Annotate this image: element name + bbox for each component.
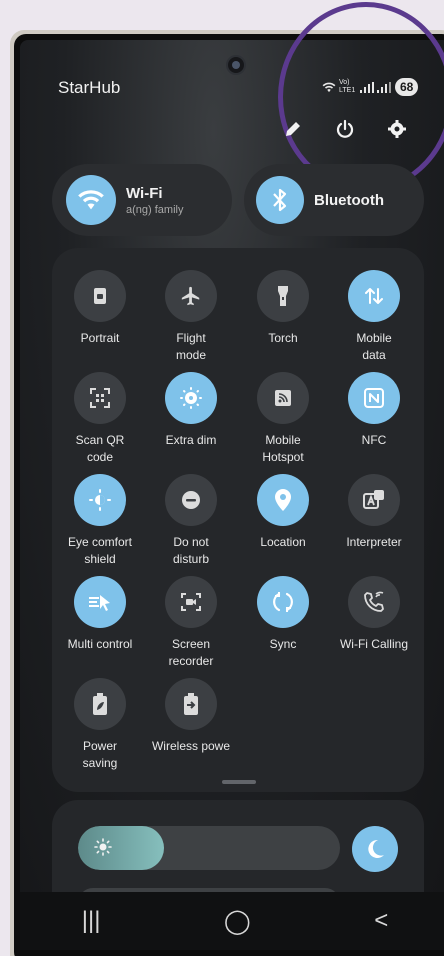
pencil-icon [286,122,300,136]
tile-wifi-calling[interactable]: Wi-Fi Calling [326,576,422,653]
power-icon [336,119,354,138]
settings-button[interactable] [386,118,408,140]
wifi-icon[interactable] [66,175,116,225]
nfc-icon[interactable] [348,372,400,424]
dnd-icon[interactable] [165,474,217,526]
tile-label: Interpreter [346,535,402,549]
moon-icon [368,839,384,858]
tile-label: NFC [361,433,387,447]
tile-flight-mode[interactable]: Flight mode [143,270,239,364]
tile-screen-recorder[interactable]: Screen recorder [143,576,239,670]
portrait-lock-icon[interactable] [74,270,126,322]
brightness-slider[interactable] [78,826,340,870]
back-button[interactable]: < [374,907,388,935]
multi-control-icon[interactable] [74,576,126,628]
home-button[interactable]: ◯ [224,907,251,936]
eye-comfort-icon[interactable] [74,474,126,526]
tile-label: Multi control [67,637,133,651]
bluetooth-icon[interactable] [256,176,304,224]
location-pin-icon[interactable] [257,474,309,526]
tile-multi-control[interactable]: Multi control [52,576,148,653]
screen-recorder-icon[interactable] [165,576,217,628]
tile-label: Sync [269,637,297,651]
wireless-power-icon[interactable] [165,678,217,730]
wifi-network-name: a(ng) family [126,203,184,216]
tile-label: Scan QR code [75,433,125,464]
tile-label: Mobile Hotspot [262,433,304,464]
recents-button[interactable]: ||| [82,907,101,935]
tile-eye-comfort[interactable]: Eye comfort shield [52,474,148,568]
tile-do-not-disturb[interactable]: Do not disturb [143,474,239,568]
tile-power-saving[interactable]: Power saving [52,678,148,772]
battery-leaf-icon[interactable] [74,678,126,730]
tile-label: Wireless powe [151,739,231,753]
quick-actions [282,118,408,140]
extra-dim-icon[interactable] [165,372,217,424]
qr-scan-icon[interactable] [74,372,126,424]
tile-label: Location [260,535,306,549]
tile-scan-qr[interactable]: Scan QR code [52,372,148,466]
sun-icon [94,838,112,861]
gear-icon [388,120,406,138]
tile-label: Do not disturb [172,535,210,566]
tile-label: Portrait [80,331,120,345]
tile-label: Flight mode [175,331,207,362]
hotspot-icon[interactable] [257,372,309,424]
flashlight-icon[interactable] [257,270,309,322]
brightness-fill [78,826,165,870]
tile-label: Screen recorder [168,637,214,668]
dark-mode-button[interactable] [352,826,398,872]
edit-button[interactable] [282,118,304,140]
tile-sync[interactable]: Sync [235,576,331,653]
tile-label: Torch [268,331,298,345]
interpreter-icon[interactable] [348,474,400,526]
tile-label: Wi-Fi Calling [339,637,408,651]
power-button[interactable] [334,118,356,140]
mobile-data-icon[interactable] [348,270,400,322]
wifi-title: Wi-Fi [126,184,163,202]
tile-label: Extra dim [165,433,217,447]
bluetooth-title: Bluetooth [314,191,384,209]
tile-portrait[interactable]: Portrait [52,270,148,347]
tile-torch[interactable]: Torch [235,270,331,347]
tile-extra-dim[interactable]: Extra dim [143,372,239,449]
panel-drag-handle[interactable] [222,780,256,784]
tile-mobile-hotspot[interactable]: Mobile Hotspot [235,372,331,466]
tile-nfc[interactable]: NFC [326,372,422,449]
tile-label: Eye comfort shield [67,535,133,566]
tile-mobile-data[interactable]: Mobile data [326,270,422,364]
sync-icon[interactable] [257,576,309,628]
tile-location[interactable]: Location [235,474,331,551]
wifi-calling-icon[interactable] [348,576,400,628]
tile-wireless-power[interactable]: Wireless powe [143,678,239,755]
front-camera [226,55,246,75]
bluetooth-tile[interactable]: Bluetooth [244,164,424,236]
wifi-tile[interactable]: Wi-Fi a(ng) family [52,164,232,236]
tile-label: Mobile data [356,331,392,362]
tile-interpreter[interactable]: Interpreter [326,474,422,551]
navigation-bar: ||| ◯ < [20,892,444,950]
tile-label: Power saving [82,739,118,770]
carrier-name: StarHub [58,78,121,97]
airplane-icon[interactable] [165,270,217,322]
